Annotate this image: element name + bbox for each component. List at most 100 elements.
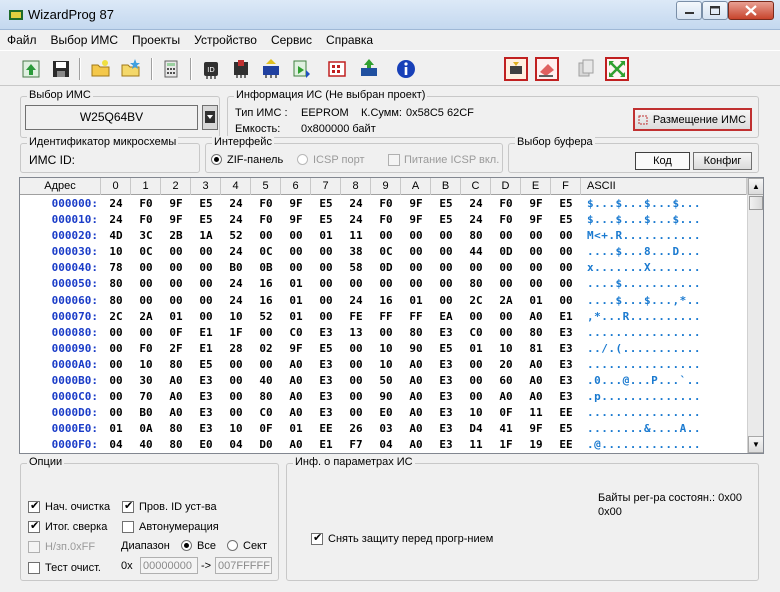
hex-byte[interactable]: 80 [161, 437, 191, 453]
hex-byte[interactable]: 9F [281, 212, 311, 228]
hex-byte[interactable]: E3 [431, 437, 461, 453]
hex-row[interactable]: 000010: 24 F0 9F E5 24 F0 9F E5 24 F0 9F E5 24 F0 9F E5 $… [20, 212, 747, 228]
hex-byte[interactable]: 00 [101, 405, 131, 421]
hex-byte[interactable]: 00 [371, 276, 401, 292]
icsp-power-checkbox[interactable] [388, 154, 400, 166]
hex-byte[interactable]: 00 [161, 244, 191, 260]
hex-byte[interactable]: 03 [371, 421, 401, 437]
hex-byte[interactable]: 00 [341, 389, 371, 405]
hex-byte[interactable]: E5 [191, 212, 221, 228]
hex-byte[interactable]: 9F [161, 196, 191, 212]
hex-byte[interactable]: 9F [521, 196, 551, 212]
hex-byte[interactable]: 00 [461, 260, 491, 276]
hex-byte[interactable]: 80 [461, 276, 491, 292]
chip-placement-button[interactable]: Размещение ИМС [633, 108, 752, 131]
hex-byte[interactable]: 00 [491, 309, 521, 325]
hex-byte[interactable]: 28 [221, 341, 251, 357]
hex-byte[interactable]: 00 [521, 244, 551, 260]
hex-byte[interactable]: 01 [281, 276, 311, 292]
hex-byte[interactable]: A0 [521, 389, 551, 405]
hex-byte[interactable]: E3 [431, 405, 461, 421]
hex-byte[interactable]: 90 [371, 389, 401, 405]
hex-byte[interactable]: 19 [521, 437, 551, 453]
hex-byte[interactable]: 0F [161, 325, 191, 341]
hex-byte[interactable]: F0 [251, 212, 281, 228]
range-all-radio[interactable] [181, 540, 192, 551]
hex-byte[interactable]: 00 [311, 244, 341, 260]
hex-byte[interactable]: 00 [401, 244, 431, 260]
hex-byte[interactable]: EE [551, 405, 581, 421]
range-sector-radio[interactable] [227, 540, 238, 551]
hex-byte[interactable]: 00 [431, 228, 461, 244]
eraser-icon[interactable] [534, 56, 560, 82]
chip-erase-icon[interactable] [356, 56, 382, 82]
hex-byte[interactable]: 0A [131, 421, 161, 437]
hex-row[interactable]: 000090: 00 F0 2F E1 28 02 9F E5 00 10 90 E5 01 10 81 E3.… [20, 341, 747, 357]
hex-row[interactable]: 0000C0: 00 70 A0 E3 00 80 A0 E3 00 90 A0 E3 00 A0 A0 E3.… [20, 389, 747, 405]
hex-byte[interactable]: 00 [431, 244, 461, 260]
hex-editor[interactable]: Адрес 0 1 2 3 4 5 6 7 8 9 A B C D E F ASCII 000000: 24 F0 9F… [19, 177, 764, 454]
hex-byte[interactable]: E5 [551, 421, 581, 437]
menu-projects[interactable]: Проекты [125, 30, 187, 47]
hex-byte[interactable]: 2F [161, 341, 191, 357]
hex-byte[interactable]: 04 [101, 437, 131, 453]
hex-byte[interactable]: D4 [461, 421, 491, 437]
hex-byte[interactable]: 2A [491, 293, 521, 309]
hex-byte[interactable]: 00 [551, 228, 581, 244]
hex-byte[interactable]: 00 [401, 260, 431, 276]
hex-byte[interactable]: 00 [281, 260, 311, 276]
hex-byte[interactable]: E0 [191, 437, 221, 453]
hex-byte[interactable]: 78 [101, 260, 131, 276]
hex-byte[interactable]: A0 [281, 405, 311, 421]
fullscreen-icon[interactable] [604, 56, 630, 82]
hex-byte[interactable]: 0D [371, 260, 401, 276]
hex-byte[interactable]: 0F [491, 405, 521, 421]
hex-byte[interactable]: FE [341, 309, 371, 325]
hex-byte[interactable]: E3 [191, 405, 221, 421]
hex-byte[interactable]: 24 [101, 212, 131, 228]
hex-byte[interactable]: A0 [161, 389, 191, 405]
chip-select-field[interactable]: W25Q64BV [25, 105, 198, 130]
hex-byte[interactable]: 01 [311, 228, 341, 244]
check-id-checkbox[interactable] [122, 499, 134, 513]
hex-byte[interactable]: E3 [551, 325, 581, 341]
hex-byte[interactable]: 00 [551, 293, 581, 309]
hex-byte[interactable]: 80 [401, 325, 431, 341]
hex-byte[interactable]: A0 [401, 373, 431, 389]
hex-byte[interactable]: C0 [281, 325, 311, 341]
chip-select-dropdown-button[interactable] [202, 105, 218, 130]
hex-byte[interactable]: 1F [221, 325, 251, 341]
hex-byte[interactable]: 24 [221, 244, 251, 260]
hex-byte[interactable]: E3 [311, 325, 341, 341]
hex-byte[interactable]: 04 [221, 437, 251, 453]
hex-byte[interactable]: 02 [251, 341, 281, 357]
close-button[interactable] [728, 1, 774, 20]
skip-ff-checkbox[interactable] [28, 541, 40, 553]
autonumber-checkbox[interactable] [122, 521, 134, 533]
hex-row[interactable]: 0000D0: 00 B0 A0 E3 00 C0 A0 E3 00 E0 A0 E3 10 0F 11 EE.… [20, 405, 747, 421]
hex-byte[interactable]: 2C [101, 309, 131, 325]
hex-byte[interactable]: 00 [431, 260, 461, 276]
hex-byte[interactable]: 00 [251, 228, 281, 244]
hex-byte[interactable]: 2A [131, 309, 161, 325]
hex-byte[interactable]: 58 [341, 260, 371, 276]
hex-byte[interactable]: 44 [461, 244, 491, 260]
hex-byte[interactable]: F0 [371, 212, 401, 228]
hex-byte[interactable]: A0 [281, 437, 311, 453]
hex-byte[interactable]: 9F [521, 421, 551, 437]
hex-byte[interactable]: 01 [281, 421, 311, 437]
hex-byte[interactable]: 01 [161, 309, 191, 325]
hex-byte[interactable]: 80 [521, 325, 551, 341]
hex-byte[interactable]: B0 [131, 405, 161, 421]
hex-byte[interactable]: E5 [431, 341, 461, 357]
hex-row[interactable]: 0000A0: 00 10 80 E5 00 00 A0 E3 00 10 A0 E3 00 20 A0 E3.… [20, 357, 747, 373]
hex-byte[interactable]: 41 [491, 421, 521, 437]
hex-row[interactable]: 000040: 78 00 00 00 B0 0B 00 00 58 0D 00 00 00 00 00 00 x… [20, 260, 747, 276]
maximize-button[interactable] [702, 1, 728, 20]
hex-byte[interactable]: E5 [311, 341, 341, 357]
hex-byte[interactable]: 90 [401, 341, 431, 357]
hex-byte[interactable]: 00 [461, 373, 491, 389]
hex-byte[interactable]: E5 [431, 212, 461, 228]
hex-byte[interactable]: 00 [461, 309, 491, 325]
hex-byte[interactable]: A0 [401, 389, 431, 405]
